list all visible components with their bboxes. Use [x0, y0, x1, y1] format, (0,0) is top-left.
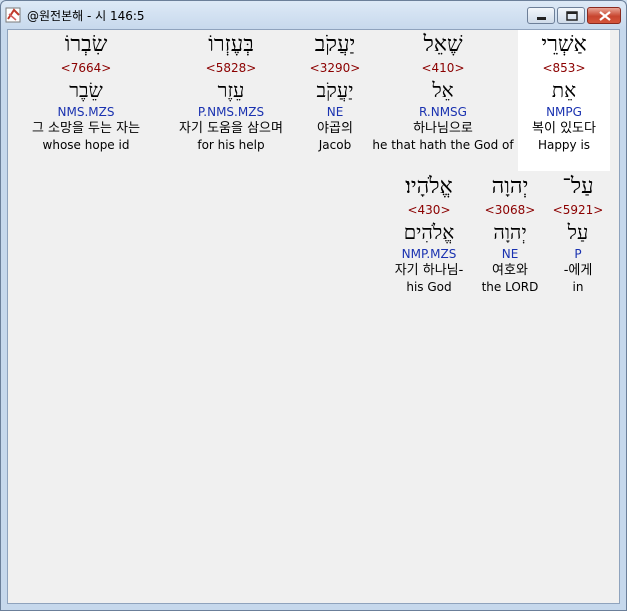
parsing-code: NMS.MZS [57, 105, 115, 119]
english-gloss: Jacob [318, 138, 352, 152]
english-gloss: the LORD [481, 280, 539, 294]
hebrew-lemma: עֵזֶר [217, 78, 245, 102]
english-gloss: his God [406, 280, 452, 294]
english-gloss: he that hath the God of [372, 138, 514, 152]
hebrew-word: יְהוָה [491, 174, 529, 199]
hebrew-lemma: שֵׂבֶר [69, 78, 103, 102]
strong-number[interactable]: <3068> [478, 202, 542, 218]
hebrew-lemma: אֵת [551, 78, 577, 102]
parsing-code: P.NMS.MZS [197, 105, 265, 119]
strong-number[interactable]: <410> [372, 60, 514, 76]
hebrew-lemma: עַל [567, 220, 589, 244]
korean-gloss: -에게 [563, 263, 593, 278]
english-gloss: Happy is [537, 138, 591, 152]
hebrew-word: יַעֲקֹב [314, 32, 356, 57]
hebrew-word: בְּעֶזְרוֹ [208, 32, 254, 57]
parsing-code: P [574, 247, 582, 261]
parsing-code: NE [501, 247, 519, 261]
hebrew-word: שֶׁאֵל [423, 32, 463, 57]
close-icon [599, 11, 611, 21]
interlinear-panel: אַשְׁרֵי <853> אֵת NMPG 복이 있도다 Happy is … [7, 29, 620, 604]
korean-gloss: 하나님으로 [413, 121, 473, 136]
app-window: @원전본해 - 시 146:5 אַשְׁרֵי <853> אֵת NMPG … [0, 0, 627, 611]
minimize-icon [537, 17, 546, 20]
hebrew-word: עַל־ [562, 174, 594, 199]
korean-gloss: 야곱의 [317, 121, 353, 136]
word-cell[interactable]: שֶׁאֵל <410> אֵל R.NMSG 하나님으로 he that ha… [372, 30, 514, 171]
word-cell[interactable]: אֱלֹהָיו׃ <430> אֱלֹהִים NMP.MZS 자기 하나님-… [384, 172, 474, 313]
title-bar[interactable]: @원전본해 - 시 146:5 [1, 1, 626, 29]
hebrew-lemma: יַעֲקֹב [316, 78, 354, 102]
strong-number[interactable]: <3290> [302, 60, 368, 76]
english-gloss: in [572, 280, 584, 294]
english-gloss: whose hope id [42, 138, 130, 152]
strong-number[interactable]: <5828> [164, 60, 298, 76]
korean-gloss: 자기 하나님- [394, 263, 464, 278]
word-cell[interactable]: עַל־ <5921> עַל P -에게 in [546, 172, 610, 313]
hebrew-word: שִׂבְרוֹ [64, 32, 108, 57]
korean-gloss: 복이 있도다 [532, 121, 596, 136]
close-button[interactable] [587, 7, 621, 24]
strong-number[interactable]: <430> [384, 202, 474, 218]
korean-gloss: 여호와 [492, 263, 528, 278]
korean-gloss: 그 소망을 두는 자는 [31, 121, 141, 136]
strong-number[interactable]: <7664> [12, 60, 160, 76]
hebrew-lemma: אֵל [432, 78, 454, 102]
korean-gloss: 자기 도움을 삼으며 [179, 121, 283, 136]
word-cell[interactable]: אַשְׁרֵי <853> אֵת NMPG 복이 있도다 Happy is [518, 30, 610, 171]
hebrew-word: אֱלֹהָיו׃ [405, 174, 453, 199]
minimize-button[interactable] [527, 7, 555, 24]
hebrew-lemma: יְהוָה [493, 220, 527, 244]
word-cell[interactable]: שִׂבְרוֹ <7664> שֵׂבֶר NMS.MZS 그 소망을 두는 … [12, 30, 160, 171]
maximize-icon [566, 11, 578, 21]
strong-number[interactable]: <5921> [546, 202, 610, 218]
word-cell[interactable]: יְהוָה <3068> יְהוָה NE 여호와 the LORD [478, 172, 542, 313]
app-logo-icon [5, 7, 21, 23]
word-cell[interactable]: בְּעֶזְרוֹ <5828> עֵזֶר P.NMS.MZS 자기 도움을… [164, 30, 298, 171]
hebrew-lemma: אֱלֹהִים [403, 220, 455, 244]
parsing-code: NMPG [546, 105, 582, 119]
english-gloss: for his help [197, 138, 265, 152]
word-cell[interactable]: יַעֲקֹב <3290> יַעֲקֹב NE 야곱의 Jacob [302, 30, 368, 171]
parsing-code: NMP.MZS [401, 247, 457, 261]
hebrew-word: אַשְׁרֵי [541, 32, 587, 57]
window-title: @원전본해 - 시 146:5 [27, 9, 145, 23]
parsing-code: NE [326, 105, 344, 119]
maximize-button[interactable] [557, 7, 585, 24]
parsing-code: R.NMSG [419, 105, 467, 119]
strong-number[interactable]: <853> [518, 60, 610, 76]
